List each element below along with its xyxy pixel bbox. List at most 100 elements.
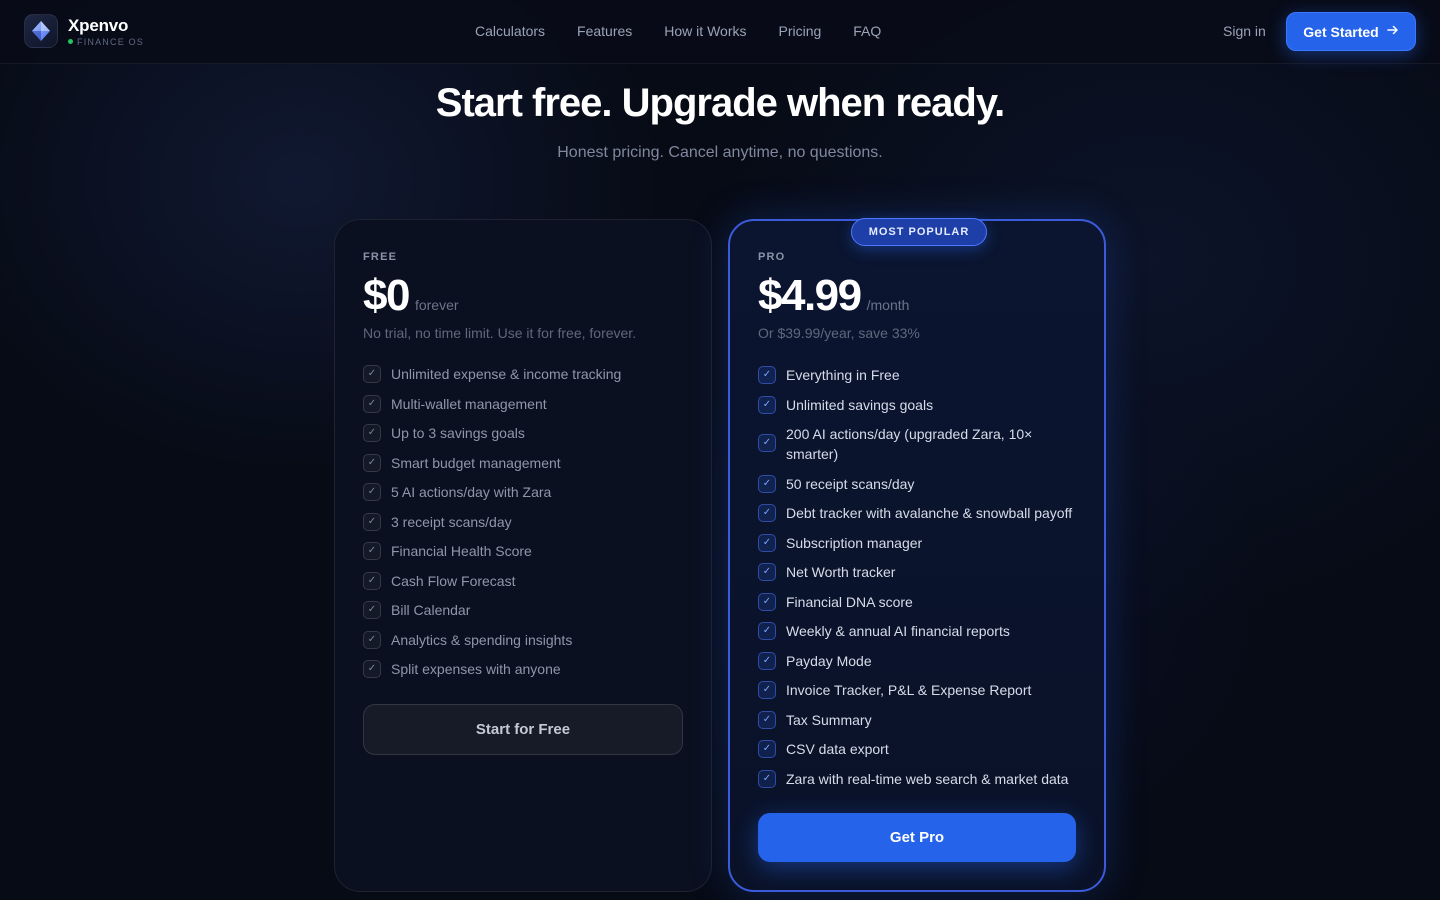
plan-period: forever <box>414 297 459 313</box>
feature-list: ✓ Everything in Free ✓ Unlimited savings g… <box>758 365 1088 798</box>
status-dot-icon <box>68 39 73 44</box>
page-title: Start free. Upgrade when ready. <box>435 81 1005 125</box>
feature-text: Unlimited savings goals <box>786 396 934 413</box>
feature-item: ✓ Bill Calendar <box>363 600 693 620</box>
feature-text: Net Worth tracker <box>786 564 896 580</box>
feature-text: Weekly & annual AI financial reports <box>786 623 1010 639</box>
feature-text: Bill Calendar <box>391 602 471 618</box>
feature-text: Up to 3 savings goals <box>391 425 525 441</box>
feature-item: ✓ 50 receipt scans/day <box>758 474 1088 494</box>
feature-text: Zara with real-time web search & market … <box>786 770 1069 787</box>
nav-features[interactable]: Features <box>577 22 632 40</box>
top-navbar: Xpenvo FINANCE OS Calculators Features H… <box>0 0 1440 64</box>
check-icon: ✓ <box>363 453 381 472</box>
background-glow <box>0 0 1440 900</box>
plan-label: FREE <box>363 251 398 263</box>
feature-list: ✓ Unlimited expense & income tracking ✓ Mu… <box>363 364 693 689</box>
start-for-free-button[interactable]: Start for Free <box>363 704 683 755</box>
check-icon: ✓ <box>363 512 381 531</box>
feature-item: ✓ Zara with real-time web search & market… <box>758 769 1088 789</box>
pricing-card-free: FREE $0 forever No trial, no time limit.… <box>334 219 712 892</box>
feature-item: ✓ Cash Flow Forecast <box>363 571 693 591</box>
feature-text: 5 AI actions/day with Zara <box>391 484 552 500</box>
check-icon: ✓ <box>758 710 776 729</box>
brand-tagline: FINANCE OS <box>68 37 144 47</box>
feature-item: ✓ CSV data export <box>758 739 1088 759</box>
plan-description: Or $39.99/year, save 33% <box>758 325 920 341</box>
feature-item: ✓ Financial Health Score <box>363 541 693 561</box>
check-icon: ✓ <box>758 740 776 758</box>
check-icon: ✓ <box>758 366 776 384</box>
feature-item: ✓ Debt tracker with avalanche & snowball … <box>758 503 1088 523</box>
feature-item: ✓ Weekly & annual AI financial reports <box>758 621 1088 641</box>
check-icon: ✓ <box>363 424 381 442</box>
check-icon: ✓ <box>363 630 381 649</box>
check-icon: ✓ <box>758 592 776 611</box>
feature-text: CSV data export <box>786 741 889 757</box>
feature-text: Everything in Free <box>786 367 900 383</box>
feature-item: ✓ Analytics & spending insights <box>363 630 693 650</box>
price-row: $0 forever <box>363 271 459 321</box>
plan-period: /month <box>866 297 910 313</box>
feature-item: ✓ Everything in Free <box>758 365 1088 385</box>
page-subtitle: Honest pricing. Cancel anytime, no quest… <box>557 144 883 161</box>
brand-tagline-text: FINANCE OS <box>77 36 145 47</box>
plan-label: PRO <box>758 251 786 263</box>
feature-text: Subscription manager <box>786 534 923 551</box>
feature-item: ✓ Tax Summary <box>758 710 1088 730</box>
get-pro-button[interactable]: Get Pro <box>758 813 1076 862</box>
check-icon: ✓ <box>363 365 381 383</box>
arrow-right-icon <box>1386 24 1399 39</box>
plan-price: $0 <box>363 271 410 320</box>
check-icon: ✓ <box>363 601 381 619</box>
feature-text: Tax Summary <box>786 711 872 728</box>
feature-item: ✓ Payday Mode <box>758 651 1088 671</box>
get-started-label: Get Started <box>1303 23 1379 40</box>
feature-text: Debt tracker with avalanche & snowball p… <box>786 505 1073 521</box>
feature-text: 3 receipt scans/day <box>391 513 512 530</box>
nav-calculators[interactable]: Calculators <box>475 22 545 40</box>
logo-diamond-icon <box>24 14 58 48</box>
check-icon: ✓ <box>758 681 776 699</box>
plan-description: No trial, no time limit. Use it for free… <box>363 325 637 341</box>
nav-faq[interactable]: FAQ <box>853 22 881 40</box>
feature-text: Invoice Tracker, P&L & Expense Report <box>786 682 1032 698</box>
feature-item: ✓ Subscription manager <box>758 533 1088 553</box>
check-icon: ✓ <box>363 542 381 560</box>
get-started-button[interactable]: Get Started <box>1286 12 1416 51</box>
feature-item: ✓ Unlimited savings goals <box>758 395 1088 415</box>
check-icon: ✓ <box>758 769 776 788</box>
price-row: $4.99 /month <box>758 271 909 321</box>
most-popular-badge: MOST POPULAR <box>851 218 987 246</box>
feature-text: Split expenses with anyone <box>391 661 561 677</box>
feature-text: Financial Health Score <box>391 543 532 559</box>
check-icon: ✓ <box>363 394 381 413</box>
plan-price: $4.99 <box>758 271 862 320</box>
sign-in-link[interactable]: Sign in <box>1223 22 1266 40</box>
feature-item: ✓ Financial DNA score <box>758 592 1088 612</box>
feature-text: Smart budget management <box>391 454 561 471</box>
check-icon: ✓ <box>758 622 776 640</box>
feature-text: Multi-wallet management <box>391 395 547 412</box>
check-icon: ✓ <box>363 571 381 590</box>
feature-item: ✓ Up to 3 savings goals <box>363 423 693 443</box>
nav-how-it-works[interactable]: How it Works <box>664 22 746 40</box>
nav-pricing[interactable]: Pricing <box>778 22 821 40</box>
check-icon: ✓ <box>758 474 776 493</box>
feature-item: ✓ Split expenses with anyone <box>363 659 693 679</box>
feature-item: ✓ Smart budget management <box>363 453 693 473</box>
pricing-card-pro: MOST POPULAR PRO $4.99 /month Or $39.99/… <box>728 218 1106 892</box>
feature-item: ✓ 200 AI actions/day (upgraded Zara, 10× … <box>758 424 1088 464</box>
feature-text: Payday Mode <box>786 652 872 669</box>
feature-item: ✓ 3 receipt scans/day <box>363 512 693 532</box>
main-nav: Calculators Features How it Works Pricin… <box>475 22 913 40</box>
check-icon: ✓ <box>758 563 776 581</box>
feature-item: ✓ Net Worth tracker <box>758 562 1088 582</box>
check-icon: ✓ <box>758 651 776 670</box>
logo[interactable]: Xpenvo FINANCE OS <box>24 14 144 48</box>
feature-text: Cash Flow Forecast <box>391 572 516 589</box>
feature-text: Analytics & spending insights <box>391 631 573 648</box>
feature-text: Financial DNA score <box>786 593 913 610</box>
feature-item: ✓ Multi-wallet management <box>363 394 693 414</box>
brand-name: Xpenvo <box>68 15 129 35</box>
